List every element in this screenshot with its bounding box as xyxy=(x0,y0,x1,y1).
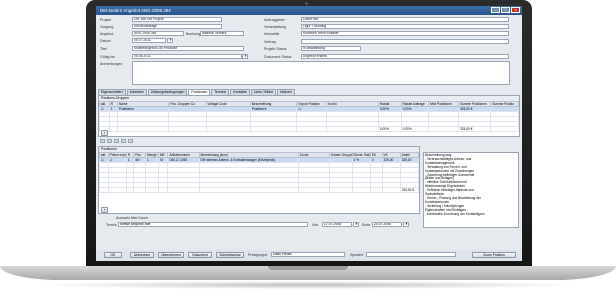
datum-label: Datum xyxy=(100,39,111,43)
vorgang-field[interactable]: Kundenanfrage xyxy=(132,24,222,29)
col-header[interactable]: Preise export xyxy=(107,152,127,158)
angebot-field[interactable]: ANG.2008.384 xyxy=(132,31,184,36)
anmerkungen-label: Anmerkungen xyxy=(100,62,123,66)
col-header[interactable]: Menge xyxy=(145,152,159,158)
copy-icon[interactable] xyxy=(107,139,112,143)
minimize-icon[interactable]: – xyxy=(491,7,500,13)
projekt-label: Projekt xyxy=(100,18,112,22)
angebot-label: Angebot xyxy=(100,32,114,36)
document-button[interactable]: Dokument xyxy=(188,252,212,258)
immobilie-label: Immobilie xyxy=(264,32,280,36)
auswahl-section: Auswahl Miet Dauer Termin Messe Beginn/E… xyxy=(100,216,420,234)
ende-field[interactable]: 20.07.2008 xyxy=(372,222,402,227)
col-header[interactable]: Rabatt Auftrage xyxy=(400,101,430,107)
positions-toolbar xyxy=(100,139,133,143)
beschreibung-panel: Beschreibung lang - Verbrauchsfähiges Ad… xyxy=(423,152,519,228)
sprache-label: Sprache xyxy=(350,253,364,257)
up-icon[interactable] xyxy=(121,139,126,143)
apply-button[interactable]: Übernehmen xyxy=(158,252,184,258)
col-header[interactable]: Einzel- Rabatt xyxy=(351,152,371,158)
immobilie-field[interactable]: München Riem Anzalier xyxy=(301,31,509,36)
col-header[interactable]: Kosten Gruppe xyxy=(329,152,353,158)
auswahl-title: Auswahl Miet Dauer xyxy=(116,216,149,220)
down-icon[interactable] xyxy=(128,139,133,143)
add-position-button[interactable]: + xyxy=(101,207,108,213)
camera-icon xyxy=(305,2,308,5)
dokumentstatus-label: Dokument Status xyxy=(264,55,292,59)
vertrag-label: Vertrag xyxy=(264,40,276,44)
delete-icon[interactable] xyxy=(114,139,119,143)
screen: DM ändern Angebot ANG.2008.384 – □ × Pro… xyxy=(96,6,522,261)
von-label: Von xyxy=(312,223,319,227)
dokumentstatus-select[interactable]: Angebot erstellt xyxy=(301,54,509,59)
maximize-icon[interactable]: □ xyxy=(501,7,510,13)
ende-calendar-icon[interactable]: ▾ xyxy=(403,222,409,227)
datum-field[interactable]: 05.07.2011 xyxy=(132,38,166,43)
add-group-button[interactable]: + xyxy=(101,130,108,136)
sprache-select[interactable] xyxy=(366,252,456,257)
write-protect-button[interactable]: Schreibschutz xyxy=(216,252,244,258)
projektstatus-label: Projekt Status xyxy=(264,47,287,51)
projekt-field[interactable]: DM 186 DM Projekt xyxy=(132,17,222,22)
termin-select[interactable]: Messe Beginn/Ende xyxy=(118,222,308,227)
positionen-panel: Positionen akt. Preise export R Pos. Men… xyxy=(98,146,420,214)
auftraggeber-label: Auftraggeber xyxy=(264,18,285,22)
termin-label: Termin xyxy=(106,223,117,227)
buchung-label: Buchung xyxy=(186,32,201,36)
summary-row: 0,00% 0,00% 325,00 € xyxy=(99,126,519,132)
buchung-select[interactable]: national Verkauf xyxy=(200,31,244,36)
cancel-button[interactable]: Abbrechen xyxy=(130,252,154,258)
laptop-shadow xyxy=(30,281,586,289)
vorgang-label: Vorgang xyxy=(100,25,114,29)
laptop-lid: DM ändern Angebot ANG.2008.384 – □ × Pro… xyxy=(86,0,532,267)
von-field[interactable]: 17.07.2008 xyxy=(322,222,352,227)
anmerkungen-textarea[interactable] xyxy=(132,61,510,85)
laptop-notch xyxy=(268,266,348,270)
preisgruppe-select[interactable]: Dash Preise xyxy=(271,252,345,257)
titel-field[interactable]: Musterangebot DM Produkte xyxy=(132,46,244,51)
preisgruppe-label: Preisgruppe xyxy=(248,253,268,257)
close-icon[interactable]: × xyxy=(511,7,520,13)
new-icon[interactable] xyxy=(100,139,105,143)
beschreibung-line: - individuelle Zuordnung von Kontakttype… xyxy=(425,211,485,216)
positions-gruppen-panel: Positions-Gruppen akt. R Name Pos. Grupp… xyxy=(98,95,520,137)
veranstaltung-label: Veranstaltung xyxy=(264,25,286,29)
window-titlebar: DM ändern Angebot ANG.2008.384 – □ × xyxy=(96,6,522,15)
veranstaltung-field[interactable]: Light + Building xyxy=(301,24,509,29)
von-calendar-icon[interactable]: ▾ xyxy=(353,222,359,227)
footer-bar: OK Abbrechen Übernehmen Dokument Schreib… xyxy=(96,250,522,261)
titel-label: Titel xyxy=(100,47,107,51)
gueltig-field[interactable]: 05.08.2011 xyxy=(132,54,242,59)
calendar-icon[interactable]: ▾ xyxy=(167,38,173,43)
gueltig-label: Gültig bis xyxy=(100,55,115,59)
positionen-table: akt. Preise export R Pos. Menge ME Artik… xyxy=(99,152,419,193)
window-title: DM ändern Angebot ANG.2008.384 xyxy=(100,8,171,13)
summary-row: 325,00 € xyxy=(99,187,419,193)
ende-label: Ende xyxy=(362,223,371,227)
positions-gruppen-table: akt. R Name Pos. Gruppen Co Voltage Code… xyxy=(99,101,519,132)
ok-button[interactable]: OK xyxy=(104,252,122,258)
header-form: Projekt DM 186 DM Projekt Vorgang Kunden… xyxy=(96,16,522,88)
zoom-position-button[interactable]: Zoom Position xyxy=(472,252,516,258)
auftraggeber-field[interactable]: DashFlow xyxy=(301,17,509,22)
projektstatus-field[interactable]: in Bearbeitung xyxy=(301,46,361,51)
vertrag-field[interactable] xyxy=(301,39,509,44)
col-header[interactable]: Summe Positionen xyxy=(458,101,492,107)
gueltig-calendar-icon[interactable]: ▾ xyxy=(242,54,248,59)
